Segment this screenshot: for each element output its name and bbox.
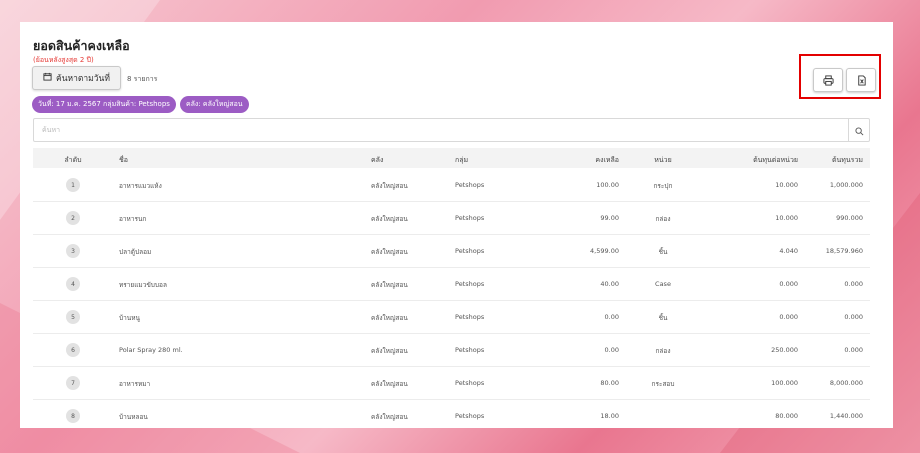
history-note: (ย้อนหลังสูงสุด 2 ปี) — [33, 56, 94, 64]
row-number-badge: 4 — [66, 277, 80, 291]
cell-unit-cost: 80.000 — [775, 412, 798, 420]
calendar-icon — [43, 72, 52, 84]
table-row[interactable]: 8 บ้านหลอน คลังใหญ่สอน Petshops 18.00 80.000 1… — [33, 400, 870, 428]
cell-group: Petshops — [455, 346, 485, 354]
table-row[interactable]: 7 อาหารหมา คลังใหญ่สอน Petshops 80.00 กระสอบ 1… — [33, 367, 870, 400]
table-header: ลำดับ ชื่อ คลัง กลุ่ม คงเหลือ หน่วย ต้นท… — [33, 148, 870, 168]
print-button[interactable] — [813, 68, 843, 92]
cell-total-cost: 0.000 — [844, 313, 863, 321]
cell-unit-cost: 0.000 — [779, 280, 798, 288]
search-by-date-button[interactable]: ค้นหาตามวันที่ — [32, 66, 121, 90]
cell-unit-cost: 100.000 — [771, 379, 798, 387]
cell-unit: ชิ้น — [658, 314, 668, 322]
cell-warehouse: คลังใหญ่สอน — [371, 281, 408, 289]
cell-unit-cost: 0.000 — [779, 313, 798, 321]
date-button-label: ค้นหาตามวันที่ — [56, 74, 110, 84]
cell-group: Petshops — [455, 313, 485, 321]
cell-warehouse: คลังใหญ่สอน — [371, 215, 408, 223]
cell-unit: กระปุก — [653, 182, 673, 190]
header-no[interactable]: ลำดับ — [63, 155, 83, 166]
table-row[interactable]: 6 Polar Spray 280 ml. คลังใหญ่สอน Petshops 0… — [33, 334, 870, 367]
cell-warehouse: คลังใหญ่สอน — [371, 182, 408, 190]
cell-unit: ชิ้น — [658, 248, 668, 256]
cell-remaining: 0.00 — [604, 313, 619, 321]
cell-warehouse: คลังใหญ่สอน — [371, 347, 408, 355]
cell-warehouse: คลังใหญ่สอน — [371, 248, 408, 256]
table-row[interactable]: 1 อาหารแมวแห้ง คลังใหญ่สอน Petshops 100.00 กร… — [33, 169, 870, 202]
cell-total-cost: 1,000.000 — [829, 181, 863, 189]
cell-total-cost: 0.000 — [844, 346, 863, 354]
cell-total-cost: 8,000.000 — [829, 379, 863, 387]
cell-unit-cost: 10.000 — [775, 214, 798, 222]
cell-remaining: 18.00 — [600, 412, 619, 420]
cell-unit-cost: 250.000 — [771, 346, 798, 354]
cell-group: Petshops — [455, 247, 485, 255]
cell-warehouse: คลังใหญ่สอน — [371, 413, 408, 421]
header-unit[interactable]: หน่วย — [643, 155, 683, 166]
cell-name: อาหารหมา — [119, 380, 151, 388]
row-number-badge: 3 — [66, 244, 80, 258]
header-unit-cost[interactable]: ต้นทุนต่อหน่วย — [713, 155, 798, 166]
row-number-badge: 8 — [66, 409, 80, 423]
cell-remaining: 99.00 — [600, 214, 619, 222]
header-remaining[interactable]: คงเหลือ — [573, 155, 619, 166]
cell-name: Polar Spray 280 ml. — [119, 346, 183, 354]
cell-name: บ้านหนู — [119, 314, 140, 322]
table-row[interactable]: 2 อาหารนก คลังใหญ่สอน Petshops 99.00 กล่อง 10.… — [33, 202, 870, 235]
cell-unit: กล่อง — [655, 347, 671, 355]
search-bar — [33, 118, 870, 142]
item-count: 8 รายการ — [127, 75, 158, 83]
cell-unit: Case — [655, 280, 671, 288]
row-number-badge: 2 — [66, 211, 80, 225]
row-number-badge: 6 — [66, 343, 80, 357]
cell-remaining: 100.00 — [596, 181, 619, 189]
cell-name: บ้านหลอน — [119, 413, 148, 421]
table-row[interactable]: 4 ทรายแมวขับบอล คลังใหญ่สอน Petshops 40.00 Ca… — [33, 268, 870, 301]
table-row[interactable]: 5 บ้านหนู คลังใหญ่สอน Petshops 0.00 ชิ้น 0.000… — [33, 301, 870, 334]
filter-chip-warehouse[interactable]: คลัง: คลังใหญ่สอน — [179, 96, 249, 113]
header-total-cost[interactable]: ต้นทุนรวม — [803, 155, 863, 166]
report-panel: ยอดสินค้าคงเหลือ (ย้อนหลังสูงสุด 2 ปี) ค… — [20, 22, 893, 428]
header-name[interactable]: ชื่อ — [119, 155, 128, 166]
cell-unit: กระสอบ — [651, 380, 675, 388]
cell-total-cost: 0.000 — [844, 280, 863, 288]
page-title: ยอดสินค้าคงเหลือ — [33, 38, 130, 53]
cell-total-cost: 18,579.960 — [825, 247, 863, 255]
header-warehouse[interactable]: คลัง — [371, 155, 383, 166]
cell-group: Petshops — [455, 412, 485, 420]
cell-unit: กล่อง — [655, 215, 671, 223]
filter-chip-date-group[interactable]: วันที่: 17 ม.ค. 2567 กลุ่มสินค้า: Petsho… — [32, 96, 176, 113]
printer-icon — [822, 71, 834, 90]
table-body: 1 อาหารแมวแห้ง คลังใหญ่สอน Petshops 100.00 กร… — [33, 169, 870, 428]
row-number-badge: 1 — [66, 178, 80, 192]
cell-warehouse: คลังใหญ่สอน — [371, 380, 408, 388]
cell-remaining: 4,599.00 — [590, 247, 619, 255]
cell-remaining: 0.00 — [604, 346, 619, 354]
search-input[interactable] — [40, 125, 844, 135]
row-number-badge: 5 — [66, 310, 80, 324]
cell-unit-cost: 10.000 — [775, 181, 798, 189]
cell-total-cost: 1,440.000 — [829, 412, 863, 420]
header-group[interactable]: กลุ่ม — [455, 155, 468, 166]
cell-total-cost: 990.000 — [836, 214, 863, 222]
search-button[interactable] — [848, 119, 869, 141]
cell-group: Petshops — [455, 181, 485, 189]
cell-warehouse: คลังใหญ่สอน — [371, 314, 408, 322]
filter-chips: วันที่: 17 ม.ค. 2567 กลุ่มสินค้า: Petsho… — [32, 96, 249, 113]
cell-group: Petshops — [455, 280, 485, 288]
search-icon — [854, 121, 864, 140]
cell-remaining: 40.00 — [600, 280, 619, 288]
cell-remaining: 80.00 — [600, 379, 619, 387]
cell-name: อาหารแมวแห้ง — [119, 182, 162, 190]
cell-unit-cost: 4.040 — [779, 247, 798, 255]
cell-group: Petshops — [455, 214, 485, 222]
cell-name: ปลาตู้ปลอม — [119, 248, 152, 256]
excel-icon — [856, 71, 867, 90]
cell-group: Petshops — [455, 379, 485, 387]
export-excel-button[interactable] — [846, 68, 876, 92]
row-number-badge: 7 — [66, 376, 80, 390]
cell-name: ทรายแมวขับบอล — [119, 281, 167, 289]
cell-name: อาหารนก — [119, 215, 147, 223]
table-row[interactable]: 3 ปลาตู้ปลอม คลังใหญ่สอน Petshops 4,599.00 ชิ… — [33, 235, 870, 268]
